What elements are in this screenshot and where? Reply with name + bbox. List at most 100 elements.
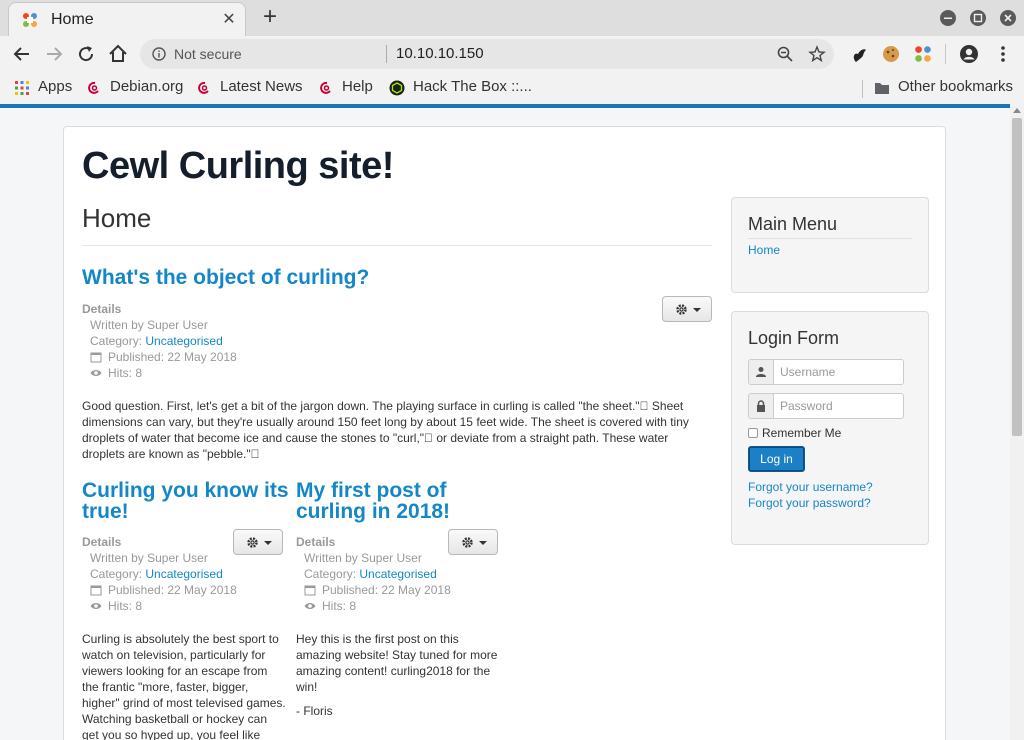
security-label: Not secure [174,46,242,62]
login-button[interactable]: Log in [748,446,805,472]
password-group [748,393,906,419]
page-scrollbar[interactable] [1010,104,1024,740]
heading-divider [82,245,712,246]
tab-title: Home [51,11,94,28]
home-icon[interactable] [106,42,130,66]
module-divider [748,238,912,239]
bookmarks-divider [862,80,863,98]
category-link[interactable]: Uncategorised [145,567,222,581]
article-category: Category: Uncategorised [90,334,223,348]
article-hits: Hits: 8 [304,599,356,613]
page-viewport: Cewl Curling site! Home What's the objec… [0,104,1010,740]
chevron-down-icon [264,541,272,545]
address-bar[interactable]: Not secure 10.10.10.150 [140,39,834,69]
remember-checkbox[interactable] [748,428,758,438]
address-separator [386,45,387,63]
extension-cookie-icon[interactable] [881,44,901,64]
details-label: Details [82,535,122,549]
details-label: Details [82,302,122,316]
gear-icon [247,537,258,548]
site-title[interactable]: Cewl Curling site! [82,145,394,188]
zoom-out-icon[interactable] [776,45,794,63]
article-body: Hey this is the first post on this amazi… [296,632,498,694]
article-author: Written by Super User [304,551,422,565]
article-signature: - Floris [296,704,333,718]
tab-bar: Home ✕ + [0,0,1024,36]
article-author: Written by Super User [90,318,208,332]
page-heading: Home [82,203,152,233]
category-link[interactable]: Uncategorised [145,334,222,348]
scroll-thumb[interactable] [1012,118,1022,436]
forgot-username-link[interactable]: Forgot your username? [748,480,873,494]
article-published: Published: 22 May 2018 [90,350,237,364]
details-label: Details [296,535,336,549]
chevron-down-icon [479,541,487,545]
login-module: Login Form Remember Me Log in Forgot you… [731,311,929,545]
extension-joomla-icon[interactable] [913,44,933,64]
password-input[interactable] [773,393,904,419]
scroll-up-icon[interactable] [1013,108,1021,113]
article-title[interactable]: What's the object of curling? [82,267,369,288]
lock-icon [748,393,774,419]
article-body: Good question. First, let's get a bit of… [82,399,689,461]
bookmark-star-icon[interactable] [808,45,826,63]
url-text[interactable]: 10.10.10.150 [396,45,484,62]
minimize-icon[interactable] [940,10,956,26]
article-hits: Hits: 8 [90,366,142,380]
calendar-icon [90,352,102,363]
remember-label: Remember Me [762,426,842,440]
menu-item-home[interactable]: Home [748,243,780,257]
article-tools-button[interactable] [662,296,712,322]
gear-icon [462,537,473,548]
forward-icon[interactable] [42,42,66,66]
article-author: Written by Super User [90,551,208,565]
module-title: Login Form [748,328,840,348]
username-group [748,359,906,385]
article-title[interactable]: My first post of curling in 2018! [296,480,450,522]
window-close-icon[interactable] [1000,10,1016,26]
forgot-password-link[interactable]: Forgot your password? [748,496,871,510]
article-category: Category: Uncategorised [90,567,223,581]
gear-icon [676,304,687,315]
joomla-icon [23,13,37,27]
article-hits: Hits: 8 [90,599,142,613]
eye-icon [304,603,316,609]
new-tab-icon[interactable]: + [258,5,282,29]
reload-icon[interactable] [74,42,98,66]
site-container: Cewl Curling site! Home What's the objec… [63,126,946,740]
profile-icon[interactable] [959,44,979,64]
extension-gnome-icon[interactable] [850,44,870,64]
category-link[interactable]: Uncategorised [359,567,436,581]
tab-home[interactable]: Home ✕ [8,2,246,36]
debian-icon [88,81,99,94]
article-published: Published: 22 May 2018 [304,583,451,597]
main-menu-module: Main Menu Home [731,197,929,293]
debian-icon [198,81,209,94]
tab-close-icon[interactable]: ✕ [219,10,239,30]
folder-icon [875,83,889,94]
info-icon[interactable] [152,47,166,61]
article-tools-button[interactable] [448,529,498,555]
maximize-icon[interactable] [970,10,986,26]
calendar-icon [90,585,102,596]
article-published: Published: 22 May 2018 [90,583,237,597]
article-body: Curling is absolutely the best sport to … [82,632,286,740]
bookmarks-bar: Apps Debian.org Latest News Help Hack Th… [0,72,1024,104]
htb-icon [389,80,405,96]
article-tools-button[interactable] [233,529,283,555]
back-icon[interactable] [10,42,34,66]
apps-grid-icon [15,81,29,95]
eye-icon [90,603,102,609]
browser-toolbar: Not secure 10.10.10.150 [0,36,1024,72]
debian-icon [320,81,331,94]
article-category: Category: Uncategorised [304,567,437,581]
toolbar-divider [945,44,946,64]
menu-kebab-icon[interactable] [993,44,1013,64]
module-title: Main Menu [748,214,838,234]
user-icon [748,359,774,385]
eye-icon [90,370,102,376]
article-title[interactable]: Curling you know its true! [82,480,289,522]
calendar-icon [304,585,316,596]
username-input[interactable] [773,359,904,385]
chevron-down-icon [693,308,701,312]
